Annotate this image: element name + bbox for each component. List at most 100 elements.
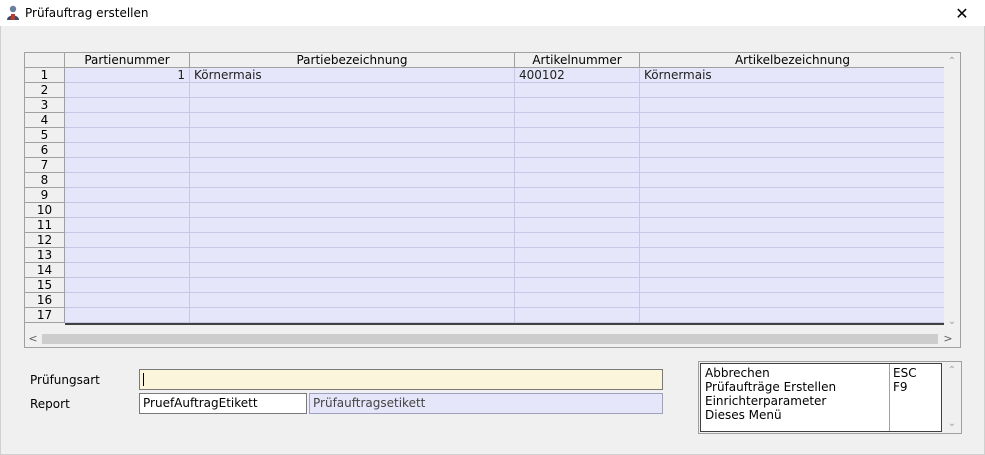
row-number[interactable]: 13 [25,248,65,263]
column-header-partiebezeichnung[interactable]: Partiebezeichnung [190,53,515,67]
row-number[interactable]: 10 [25,203,65,218]
cell-artikelbezeichnung[interactable]: Körnermais [640,68,945,83]
cell-artikelbezeichnung[interactable] [640,218,945,233]
row-number[interactable]: 12 [25,233,65,248]
pruefungsart-input[interactable] [139,369,663,390]
cell-artikelbezeichnung[interactable] [640,263,945,278]
row-number[interactable]: 15 [25,278,65,293]
report-input[interactable]: PruefAuftragEtikett [139,393,307,414]
menu-item[interactable]: Einrichterparameter [705,394,826,408]
cell-artikelnummer[interactable] [515,263,640,278]
cell-artikelnummer[interactable] [515,188,640,203]
scroll-up-icon[interactable]: ⌃ [944,55,960,69]
row-number[interactable]: 6 [25,143,65,158]
scroll-down-icon[interactable]: ⌄ [944,315,960,329]
row-number[interactable]: 17 [25,308,65,323]
row-number[interactable]: 7 [25,158,65,173]
table-row[interactable] [65,278,945,293]
cell-artikelbezeichnung[interactable] [640,113,945,128]
cell-partienummer[interactable] [65,203,190,218]
cell-partiebezeichnung[interactable] [190,83,515,98]
cell-artikelnummer[interactable] [515,233,640,248]
cell-partiebezeichnung[interactable] [190,203,515,218]
cell-partienummer[interactable] [65,143,190,158]
cell-partiebezeichnung[interactable] [190,143,515,158]
table-row[interactable] [65,248,945,263]
cell-artikelnummer[interactable] [515,218,640,233]
cell-partiebezeichnung[interactable] [190,188,515,203]
cell-artikelnummer[interactable] [515,113,640,128]
cell-artikelbezeichnung[interactable] [640,143,945,158]
table-row[interactable]: 1 Körnermais 400102 Körnermais [65,68,945,83]
action-menu[interactable]: Abbrechen ESC Prüfaufträge Erstellen F9 Einr… [698,361,962,434]
cell-partienummer[interactable] [65,128,190,143]
cell-artikelbezeichnung[interactable] [640,248,945,263]
cell-artikelbezeichnung[interactable] [640,188,945,203]
menu-item[interactable]: Dieses Menü [705,408,782,422]
row-number[interactable]: 2 [25,83,65,98]
cell-partiebezeichnung[interactable] [190,278,515,293]
cell-partiebezeichnung[interactable] [190,248,515,263]
cell-artikelnummer[interactable] [515,278,640,293]
cell-partiebezeichnung[interactable] [190,128,515,143]
horizontal-scrollbar[interactable]: < > [25,331,960,347]
menu-scroll-down-icon[interactable]: ⌄ [944,417,960,431]
cell-partiebezeichnung[interactable] [190,293,515,308]
cell-artikelbezeichnung[interactable] [640,128,945,143]
column-header-artikelnummer[interactable]: Artikelnummer [515,53,640,67]
cell-artikelnummer[interactable] [515,293,640,308]
menu-item[interactable]: Prüfaufträge Erstellen [705,380,836,394]
cell-artikelnummer[interactable] [515,128,640,143]
cell-partiebezeichnung[interactable] [190,263,515,278]
row-number[interactable]: 5 [25,128,65,143]
cell-artikelnummer[interactable] [515,308,640,323]
cell-artikelnummer[interactable] [515,203,640,218]
table-row[interactable] [65,173,945,188]
cell-partienummer[interactable]: 1 [65,68,190,83]
cell-partienummer[interactable] [65,188,190,203]
cell-partienummer[interactable] [65,158,190,173]
row-number[interactable]: 14 [25,263,65,278]
table-row[interactable] [65,83,945,98]
action-menu-list[interactable]: Abbrechen ESC Prüfaufträge Erstellen F9 Einr… [700,363,942,432]
data-grid[interactable]: Partienummer Partiebezeichnung Artikelnu… [24,52,961,348]
cell-partienummer[interactable] [65,83,190,98]
menu-item[interactable]: Abbrechen [705,366,770,380]
cell-artikelbezeichnung[interactable] [640,158,945,173]
cell-artikelnummer[interactable] [515,158,640,173]
menu-vertical-scrollbar[interactable]: ⌃ ⌄ [943,362,961,433]
cell-partiebezeichnung[interactable] [190,158,515,173]
scroll-right-icon[interactable]: > [940,331,956,347]
table-row[interactable] [65,233,945,248]
table-row[interactable] [65,308,945,323]
row-number[interactable]: 4 [25,113,65,128]
column-header-partienummer[interactable]: Partienummer [65,53,190,67]
cell-partiebezeichnung[interactable] [190,173,515,188]
cell-partiebezeichnung[interactable] [190,233,515,248]
cell-artikelbezeichnung[interactable] [640,203,945,218]
cell-artikelbezeichnung[interactable] [640,83,945,98]
table-row[interactable] [65,188,945,203]
vertical-scrollbar[interactable]: ⌃ ⌄ [944,53,960,331]
table-row[interactable] [65,158,945,173]
cell-partienummer[interactable] [65,263,190,278]
close-button[interactable]: ✕ [939,0,985,26]
cell-partienummer[interactable] [65,293,190,308]
cell-partienummer[interactable] [65,218,190,233]
cell-partienummer[interactable] [65,98,190,113]
cell-artikelnummer[interactable]: 400102 [515,68,640,83]
row-number[interactable]: 9 [25,188,65,203]
cell-partienummer[interactable] [65,248,190,263]
row-number[interactable]: 1 [25,68,65,83]
cell-artikelbezeichnung[interactable] [640,278,945,293]
cell-partiebezeichnung[interactable] [190,98,515,113]
cell-artikelnummer[interactable] [515,83,640,98]
cell-partiebezeichnung[interactable] [190,218,515,233]
table-row[interactable] [65,218,945,233]
cell-partiebezeichnung[interactable] [190,113,515,128]
horizontal-scroll-thumb[interactable] [42,334,938,344]
cell-artikelbezeichnung[interactable] [640,308,945,323]
table-row[interactable] [65,203,945,218]
cell-partiebezeichnung[interactable] [190,308,515,323]
cell-artikelnummer[interactable] [515,143,640,158]
